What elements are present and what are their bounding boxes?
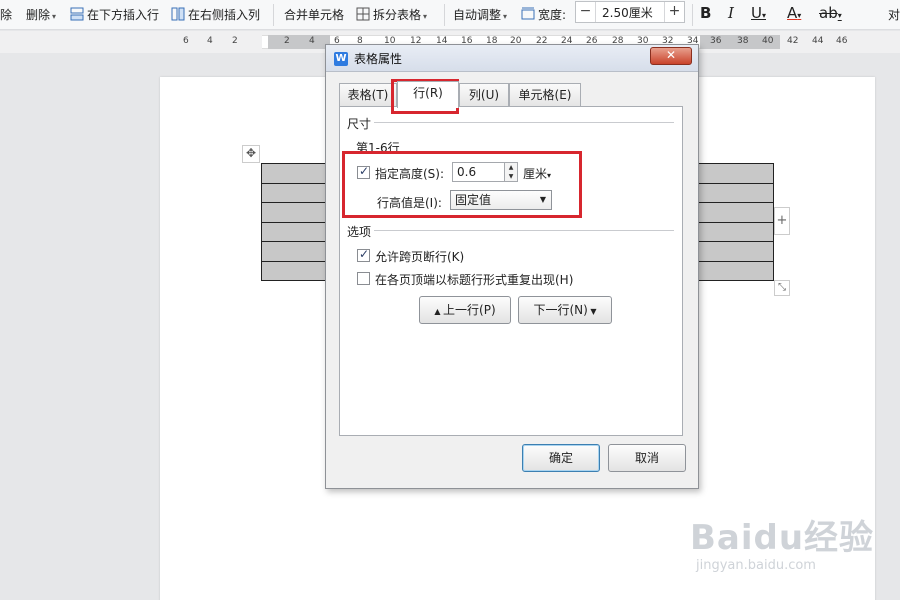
down-arrow-icon: ▼ (587, 307, 597, 316)
wps-app-icon: W (334, 52, 348, 66)
ruler-number: 2 (284, 36, 290, 46)
resize-icon: ⤡ (778, 282, 786, 293)
allow-break-checkbox[interactable] (357, 247, 370, 262)
previous-row-button[interactable]: ▲ 上一行(P) (419, 296, 511, 324)
watermark-brand: Baidu经验 (690, 518, 875, 558)
move-icon: ✥ (245, 146, 257, 160)
chevron-down-icon: ▾ (837, 11, 842, 20)
dialog-title: 表格属性 (354, 52, 403, 66)
size-section-label: 尺寸 (347, 117, 372, 131)
bold-button[interactable]: B (700, 3, 711, 23)
document-table-right[interactable] (698, 163, 774, 281)
table-move-handle[interactable]: ✥ (242, 145, 260, 163)
ruler-number: 42 (787, 36, 799, 46)
insert-column-right-button[interactable]: 在右侧插入列 (171, 6, 260, 24)
tab-table[interactable]: 表格(T) (339, 83, 397, 107)
ruler-number: 6 (183, 36, 189, 46)
clear-format-button[interactable]: ab▾ (819, 3, 842, 23)
width-label: 宽度: (521, 6, 566, 24)
baidu-watermark: Baidu经验 jingyan.baidu.com (690, 500, 890, 580)
font-color-button[interactable]: A▾ (787, 3, 801, 23)
ruler-margin-left (268, 35, 330, 49)
toolbar-divider (444, 4, 445, 26)
height-settings-highlight (342, 151, 582, 218)
italic-button[interactable]: I (728, 3, 734, 23)
dialog-titlebar[interactable]: W 表格属性 ✕ (326, 45, 698, 72)
watermark-url: jingyan.baidu.com (696, 558, 816, 573)
next-row-button[interactable]: 下一行(N) ▼ (518, 296, 612, 324)
split-table-button[interactable]: 拆分表格 ▾ (356, 6, 427, 24)
underline-button[interactable]: U▾ (751, 3, 766, 23)
increase-width-button[interactable]: + (664, 2, 684, 22)
chevron-down-icon: ▾ (797, 11, 802, 20)
insert-row-icon (70, 7, 84, 21)
close-button[interactable]: ✕ (650, 47, 692, 65)
insert-row-below-button[interactable]: 在下方插入行 (70, 6, 159, 24)
section-divider (374, 230, 674, 231)
up-arrow-icon: ▲ (434, 307, 444, 316)
toolbar-divider (273, 4, 274, 26)
repeat-header-label: 在各页顶端以标题行形式重复出现(H) (375, 273, 574, 287)
options-section-label: 选项 (347, 225, 372, 239)
repeat-header-checkbox[interactable] (357, 272, 370, 285)
ruler-number: 4 (207, 36, 213, 46)
auto-fit-button[interactable]: 自动调整 ▾ (453, 6, 507, 24)
delete-cells-button[interactable]: 除 (0, 6, 12, 24)
ruler-number: 46 (836, 36, 848, 46)
ruler-number: 36 (710, 36, 722, 46)
width-stepper[interactable]: − 2.50厘米 + (575, 1, 685, 23)
ruler-number: 38 (737, 36, 749, 46)
chevron-down-icon: ▾ (503, 12, 508, 21)
ruler-number: 2 (232, 36, 238, 46)
ruler-number: 4 (309, 36, 315, 46)
ruler-number: 40 (762, 36, 774, 46)
tab-column[interactable]: 列(U) (459, 83, 509, 107)
column-width-icon (521, 7, 535, 21)
delete-dropdown-button[interactable]: 删除 ▾ (26, 6, 56, 24)
section-divider (374, 122, 674, 123)
width-value-input[interactable]: 2.50厘米 (602, 4, 653, 21)
merge-cells-button[interactable]: 合并单元格 (284, 6, 344, 24)
tab-row[interactable]: 行(R) (397, 81, 459, 108)
tab-cell[interactable]: 单元格(E) (509, 83, 581, 107)
chevron-down-icon: ▾ (761, 11, 766, 20)
decrease-width-button[interactable]: − (576, 2, 596, 22)
table-properties-dialog: W 表格属性 ✕ 表格(T) 行(R) 列(U) 单元格(E) 尺寸 第1-6行… (325, 44, 699, 489)
allow-break-label: 允许跨页断行(K) (375, 250, 465, 264)
insert-column-icon (171, 7, 185, 21)
toolbar-divider (692, 4, 693, 26)
ok-button[interactable]: 确定 (522, 444, 600, 472)
toolbar-overflow-item[interactable]: 对 (888, 6, 900, 24)
close-icon: ✕ (665, 48, 677, 62)
chevron-down-icon: ▾ (423, 12, 428, 21)
document-table-left[interactable] (261, 163, 331, 281)
split-table-icon (356, 7, 370, 21)
add-column-button[interactable]: + (774, 207, 790, 235)
ruler-number: 44 (812, 36, 824, 46)
cancel-button[interactable]: 取消 (608, 444, 686, 472)
table-resize-handle[interactable]: ⤡ (774, 280, 790, 296)
table-tools-toolbar: 除 删除 ▾ 在下方插入行 在右侧插入列 合并单元格 拆分表格 ▾ 自动调整 ▾ 宽度… (0, 0, 900, 30)
chevron-down-icon: ▾ (52, 12, 57, 21)
